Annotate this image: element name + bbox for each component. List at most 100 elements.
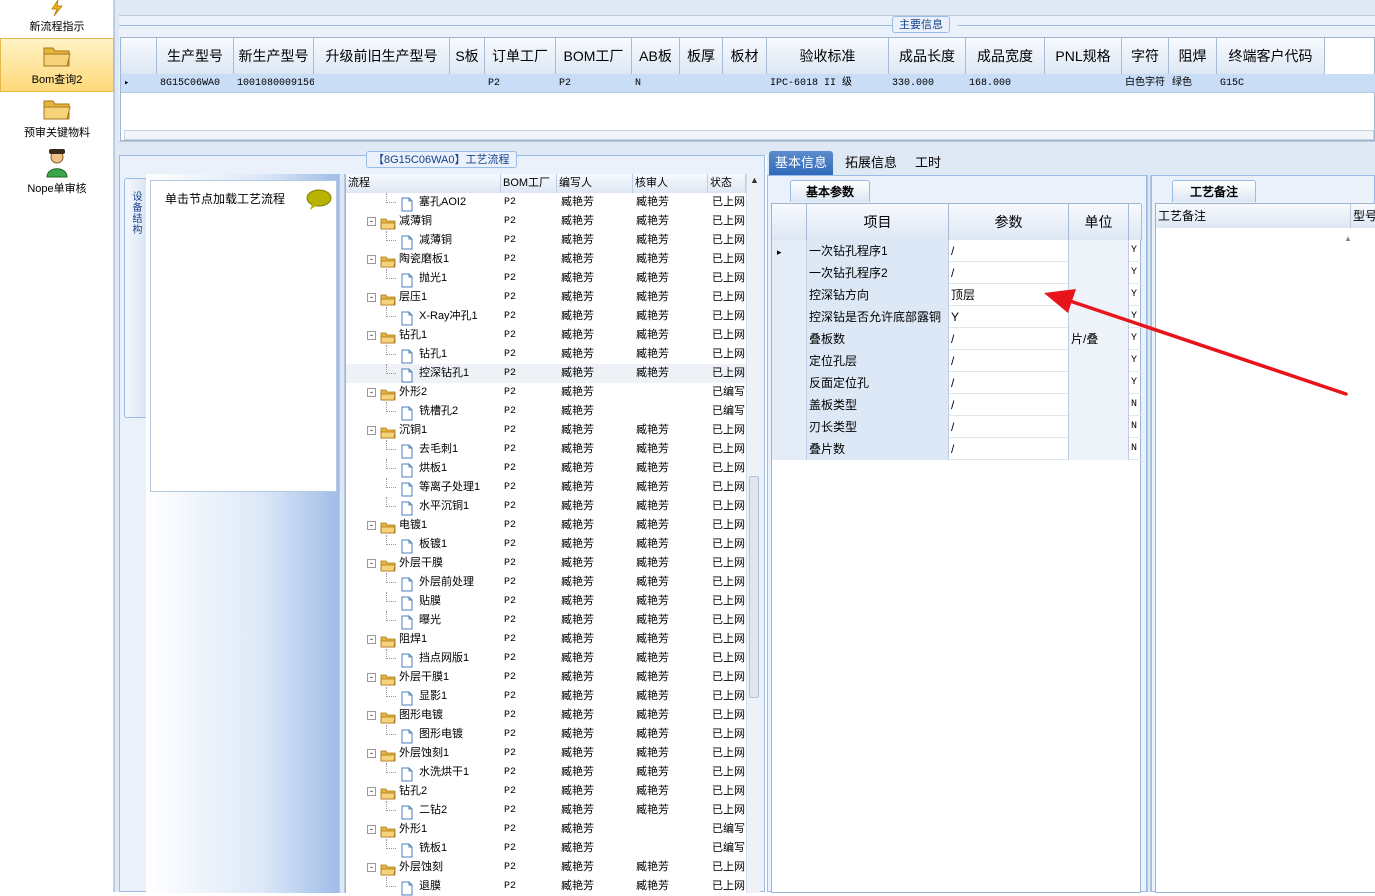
col-unit[interactable]: 单位 [1069,204,1129,240]
col-header[interactable]: 板厚 [680,38,723,74]
row-header[interactable] [772,328,807,350]
col-header[interactable]: 生产型号 [157,38,234,74]
table-cell[interactable]: 10010800091565 [234,74,314,93]
tree-row[interactable]: - 外层干膜 P2 臧艳芳 臧艳芳 已上网 [346,554,746,573]
collapse-icon[interactable]: - [367,331,376,340]
param-value[interactable]: / [949,416,1069,438]
table-cell[interactable] [314,74,450,93]
tree-row[interactable]: 贴膜 P2 臧艳芳 臧艳芳 已上网 [346,592,746,611]
param-row[interactable]: ▸ 一次钻孔程序1 / Y [772,240,1142,262]
tree-row[interactable]: 抛光1 P2 臧艳芳 臧艳芳 已上网 [346,269,746,288]
col-header[interactable]: 验收标准 [767,38,889,74]
notes-grid[interactable]: 工艺备注 型号 ▲ [1155,203,1375,893]
main-info-grid[interactable]: 生产型号 新生产型号 升级前旧生产型号 S板 订单工厂 BOM工厂 AB板 板厚 板材 验收标准成… [120,37,1375,141]
tree-row[interactable]: 控深钻孔1 P2 臧艳芳 臧艳芳 已上网 [346,364,746,383]
tree-row[interactable]: - 阻焊1 P2 臧艳芳 臧艳芳 已上网 [346,630,746,649]
param-value[interactable]: / [949,372,1069,394]
tree-row[interactable]: 等离子处理1 P2 臧艳芳 臧艳芳 已上网 [346,478,746,497]
col-header[interactable]: 编写人 [557,174,633,193]
param-value[interactable]: / [949,350,1069,372]
param-value[interactable]: / [949,438,1069,460]
table-cell[interactable]: IPC-6018 II 级 [767,74,889,93]
table-cell[interactable]: P2 [556,74,632,93]
nav-item-nope-review[interactable]: Nope单审核 [0,148,114,198]
row-header[interactable] [772,416,807,438]
nav-item-bom-query[interactable]: Bom查询2 [0,38,114,92]
tree-row[interactable]: X-Ray冲孔1 P2 臧艳芳 臧艳芳 已上网 [346,307,746,326]
nav-item-pre-review[interactable]: 预审关键物料 [0,96,114,146]
tab-work-hours[interactable]: 工时 [909,151,947,175]
param-row[interactable]: 叠板数 / 片/叠 Y [772,328,1142,350]
tree-row[interactable]: 二钻2 P2 臧艳芳 臧艳芳 已上网 [346,801,746,820]
tab-extended-info[interactable]: 拓展信息 [839,151,903,175]
table-cell[interactable]: 绿色 [1169,74,1217,93]
col-header[interactable]: 成品宽度 [966,38,1045,74]
row-header[interactable] [772,350,807,372]
tab-base-params[interactable]: 基本参数 [790,180,870,202]
tree-row[interactable]: 钻孔1 P2 臧艳芳 臧艳芳 已上网 [346,345,746,364]
col-model[interactable]: 型号 [1351,204,1375,228]
hint-box[interactable]: 单击节点加载工艺流程 [150,180,337,492]
table-row[interactable]: ▸ 8G15C06WA0 10010800091565 P2 P2 N IPC-6018 … [121,74,1375,93]
collapse-icon[interactable]: - [367,293,376,302]
tree-row[interactable]: - 电镀1 P2 臧艳芳 臧艳芳 已上网 [346,516,746,535]
tree-row[interactable]: - 外形1 P2 臧艳芳 已编写 [346,820,746,839]
scroll-up-icon[interactable]: ▲ [1344,234,1352,243]
collapse-icon[interactable]: - [367,559,376,568]
base-params-grid[interactable]: 项目 参数 单位 ▸ 一次钻孔程序1 / Y 一次钻孔程序2 / Y 控深钻方向… [771,203,1142,893]
tree-row[interactable]: - 外层蚀刻1 P2 臧艳芳 臧艳芳 已上网 [346,744,746,763]
tree-row[interactable]: 挡点网版1 P2 臧艳芳 臧艳芳 已上网 [346,649,746,668]
table-cell[interactable] [680,74,723,93]
tree-row[interactable]: - 外形2 P2 臧艳芳 已编写 [346,383,746,402]
tree-row[interactable]: 曝光 P2 臧艳芳 臧艳芳 已上网 [346,611,746,630]
param-row[interactable]: 盖板类型 / N [772,394,1142,416]
col-header[interactable]: 订单工厂 [485,38,556,74]
tree-row[interactable]: - 外层蚀刻 P2 臧艳芳 臧艳芳 已上网 [346,858,746,877]
col-header[interactable]: 成品长度 [889,38,966,74]
col-header[interactable]: 升级前旧生产型号 [314,38,450,74]
collapse-icon[interactable]: - [367,863,376,872]
param-value[interactable]: 顶层 [949,284,1069,306]
tab-basic-info[interactable]: 基本信息 [769,151,834,175]
tree-row[interactable]: 退膜 P2 臧艳芳 臧艳芳 已上网 [346,877,746,896]
vertical-tab-structure[interactable]: 设备结构 [124,178,146,418]
col-header[interactable]: 板材 [723,38,767,74]
tree-row[interactable]: 水平沉铜1 P2 臧艳芳 臧艳芳 已上网 [346,497,746,516]
col-header[interactable]: PNL规格 [1045,38,1122,74]
tree-row[interactable]: 去毛刺1 P2 臧艳芳 臧艳芳 已上网 [346,440,746,459]
table-cell[interactable]: 白色字符 [1122,74,1169,93]
tree-row[interactable]: - 钻孔2 P2 臧艳芳 臧艳芳 已上网 [346,782,746,801]
col-header[interactable]: S板 [450,38,485,74]
param-value[interactable]: / [949,328,1069,350]
row-header[interactable] [772,262,807,284]
collapse-icon[interactable]: - [367,825,376,834]
col-header[interactable]: 终端客户代码 [1217,38,1325,74]
horizontal-scrollbar[interactable] [124,130,1374,140]
col-header[interactable]: 核审人 [633,174,708,193]
col-header[interactable]: AB板 [632,38,680,74]
col-header[interactable]: 新生产型号 [234,38,314,74]
tree-row[interactable]: - 外层干膜1 P2 臧艳芳 臧艳芳 已上网 [346,668,746,687]
col-header[interactable]: 阻焊 [1169,38,1217,74]
table-cell[interactable] [450,74,485,93]
param-row[interactable]: 定位孔层 / Y [772,350,1142,372]
tree-row[interactable]: 塞孔AOI2 P2 臧艳芳 臧艳芳 已上网 [346,193,746,212]
param-row[interactable]: 刃长类型 / N [772,416,1142,438]
table-cell[interactable] [1045,74,1122,93]
table-cell[interactable]: G15C [1217,74,1325,93]
col-process-notes[interactable]: 工艺备注 [1156,204,1351,228]
process-tree-grid[interactable]: 流程 BOM工厂 编写人 核审人 状态 塞孔AOI2 P2 臧艳芳 臧艳芳 已上网 - 减… [345,174,760,896]
collapse-icon[interactable]: - [367,521,376,530]
tree-row[interactable]: 板镀1 P2 臧艳芳 臧艳芳 已上网 [346,535,746,554]
nav-item-new-flow[interactable]: 新流程指示 [0,0,114,36]
tree-row[interactable]: 外层前处理 P2 臧艳芳 臧艳芳 已上网 [346,573,746,592]
tree-row[interactable]: 减薄铜 P2 臧艳芳 臧艳芳 已上网 [346,231,746,250]
col-header[interactable]: 状态 [708,174,746,193]
param-row[interactable]: 控深钻方向 顶层 Y [772,284,1142,306]
table-cell[interactable]: 330.000 [889,74,966,93]
param-row[interactable]: 控深钻是否允许底部露铜 Y Y [772,306,1142,328]
tree-row[interactable]: 显影1 P2 臧艳芳 臧艳芳 已上网 [346,687,746,706]
table-cell[interactable] [723,74,767,93]
tree-row[interactable]: - 陶瓷磨板1 P2 臧艳芳 臧艳芳 已上网 [346,250,746,269]
tree-row[interactable]: 铣板1 P2 臧艳芳 已编写 [346,839,746,858]
